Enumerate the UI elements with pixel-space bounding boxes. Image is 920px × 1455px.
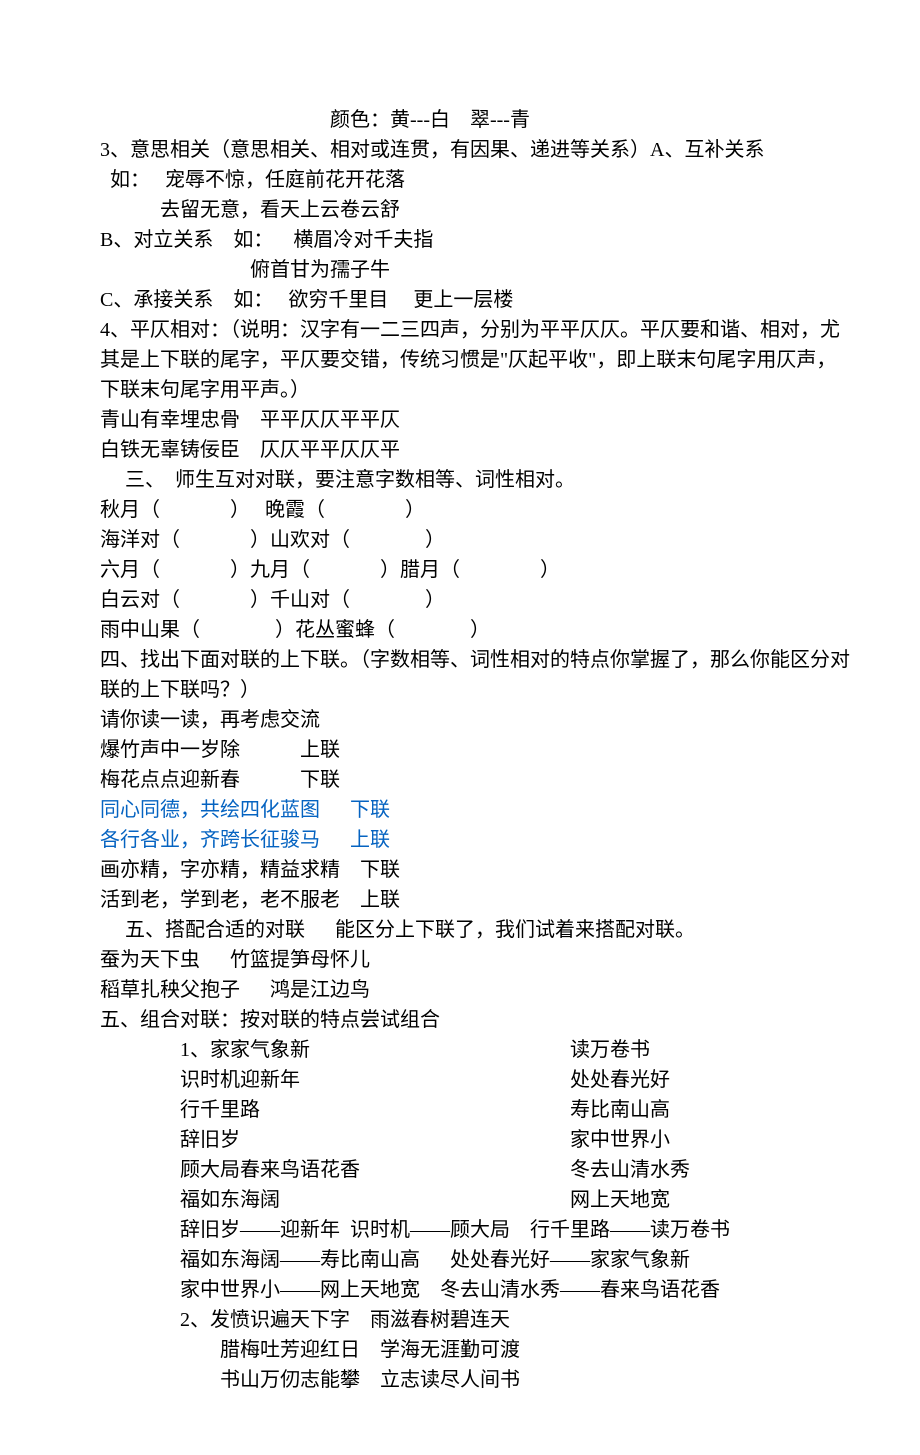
text-line: 3、意思相关（意思相关、相对或连贯，有因果、递进等关系）A、互补关系 (100, 135, 850, 165)
text-line: 腊梅吐芳迎红日 学海无涯勤可渡 (100, 1335, 850, 1365)
col-right: 处处春光好 (570, 1065, 850, 1095)
two-column-row: 识时机迎新年 处处春光好 (100, 1065, 850, 1095)
couplet-line: 活到老，学到老，老不服老 上联 (100, 885, 850, 915)
text-line: 书山万仞志能攀 立志读尽人间书 (100, 1365, 850, 1395)
text-line: 俯首甘为孺子牛 (100, 255, 850, 285)
two-column-row: 顾大局春来鸟语花香 冬去山清水秀 (100, 1155, 850, 1185)
col-left: 行千里路 (180, 1095, 570, 1125)
col-left: 辞旧岁 (180, 1125, 570, 1155)
col-left: 福如东海阔 (180, 1185, 570, 1215)
col-right: 寿比南山高 (570, 1095, 850, 1125)
text-line: 去留无意，看天上云卷云舒 (100, 195, 850, 225)
fill-blank-line: 秋月（ ） 晚霞（ ） (100, 495, 850, 525)
col-right: 家中世界小 (570, 1125, 850, 1155)
text-line: 辞旧岁——迎新年 识时机——顾大局 行千里路——读万卷书 (100, 1215, 850, 1245)
col-left: 识时机迎新年 (180, 1065, 570, 1095)
section-heading: 五、组合对联：按对联的特点尝试组合 (100, 1005, 850, 1035)
two-column-row: 1、家家气象新 读万卷书 (100, 1035, 850, 1065)
text-paragraph: 4、平仄相对：（说明：汉字有一二三四声，分别为平平仄仄。平仄要和谐、相对，尤其是… (100, 315, 850, 405)
text-line: 颜色：黄---白 翠---青 (100, 105, 850, 135)
section-heading: 三、 师生互对对联，要注意字数相等、词性相对。 (100, 465, 850, 495)
text-line: 稻草扎秧父抱子 鸿是江边鸟 (100, 975, 850, 1005)
col-right: 网上天地宽 (570, 1185, 850, 1215)
col-right: 读万卷书 (570, 1035, 850, 1065)
fill-blank-line: 雨中山果（ ）花丛蜜蜂（ ） (100, 615, 850, 645)
text-line: 请你读一读，再考虑交流 (100, 705, 850, 735)
couplet-line: 爆竹声中一岁除 上联 (100, 735, 850, 765)
couplet-line-highlighted: 同心同德，共绘四化蓝图 下联 (100, 795, 850, 825)
fill-blank-line: 白云对（ ）千山对（ ） (100, 585, 850, 615)
text-line: 如： 宠辱不惊，任庭前花开花落 (100, 165, 850, 195)
text-line: 福如东海阔——寿比南山高 处处春光好——家家气象新 (100, 1245, 850, 1275)
text-paragraph: 四、找出下面对联的上下联。（字数相等、词性相对的特点你掌握了，那么你能区分对联的… (100, 645, 850, 705)
col-right: 冬去山清水秀 (570, 1155, 850, 1185)
text-line: B、对立关系 如： 横眉冷对千夫指 (100, 225, 850, 255)
couplet-line: 画亦精，字亦精，精益求精 下联 (100, 855, 850, 885)
text-line: 蚕为天下虫 竹篮提笋母怀儿 (100, 945, 850, 975)
two-column-row: 辞旧岁 家中世界小 (100, 1125, 850, 1155)
two-column-row: 行千里路 寿比南山高 (100, 1095, 850, 1125)
couplet-line-highlighted: 各行各业，齐跨长征骏马 上联 (100, 825, 850, 855)
fill-blank-line: 六月（ ）九月（ ）腊月（ ） (100, 555, 850, 585)
text-line: 2、发愤识遍天下字 雨滋春树碧连天 (100, 1305, 850, 1335)
text-line: 白铁无辜铸佞臣 仄仄平平仄仄平 (100, 435, 850, 465)
fill-blank-line: 海洋对（ ）山欢对（ ） (100, 525, 850, 555)
text-line: 青山有幸埋忠骨 平平仄仄平平仄 (100, 405, 850, 435)
section-heading: 五、搭配合适的对联 能区分上下联了，我们试着来搭配对联。 (100, 915, 850, 945)
two-column-row: 福如东海阔 网上天地宽 (100, 1185, 850, 1215)
text-line: C、承接关系 如： 欲穷千里目 更上一层楼 (100, 285, 850, 315)
col-left: 1、家家气象新 (180, 1035, 570, 1065)
text-line: 家中世界小——网上天地宽 冬去山清水秀——春来鸟语花香 (100, 1275, 850, 1305)
couplet-line: 梅花点点迎新春 下联 (100, 765, 850, 795)
document-page: 颜色：黄---白 翠---青 3、意思相关（意思相关、相对或连贯，有因果、递进等… (0, 0, 920, 1455)
col-left: 顾大局春来鸟语花香 (180, 1155, 570, 1185)
